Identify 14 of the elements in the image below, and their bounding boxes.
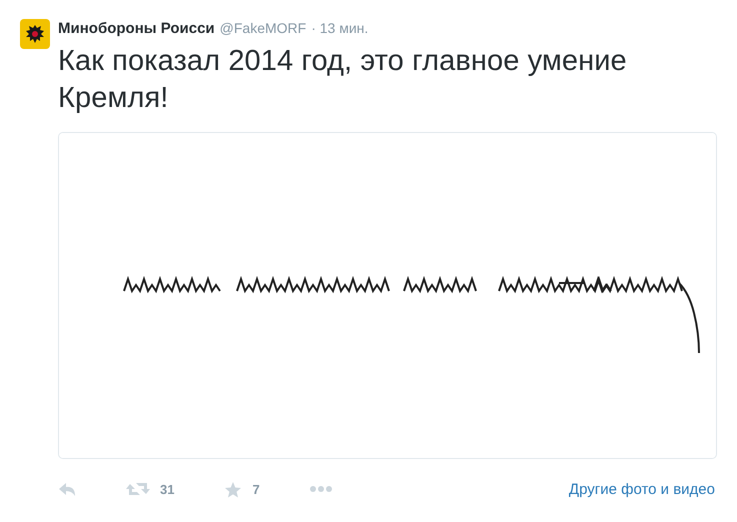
favorite-button[interactable]: 7 (224, 480, 260, 498)
tweet-text: Как показал 2014 год, это главное умение Кремля! (58, 44, 628, 116)
emblem-icon[interactable] (20, 19, 50, 49)
author-name[interactable]: Минобороны Роисси (58, 20, 215, 37)
media-link[interactable]: Другие фото и видео (568, 480, 715, 498)
more-icon (310, 485, 332, 493)
user-handle[interactable]: @FakeMORF (220, 20, 306, 36)
more-button[interactable] (310, 485, 332, 493)
retweet-button[interactable]: 31 (126, 481, 174, 497)
retweet-icon (126, 481, 150, 497)
reply-button[interactable] (58, 481, 76, 497)
star-icon (224, 480, 242, 498)
reply-icon (58, 481, 76, 497)
timestamp[interactable]: · 13 мин. (311, 20, 368, 36)
